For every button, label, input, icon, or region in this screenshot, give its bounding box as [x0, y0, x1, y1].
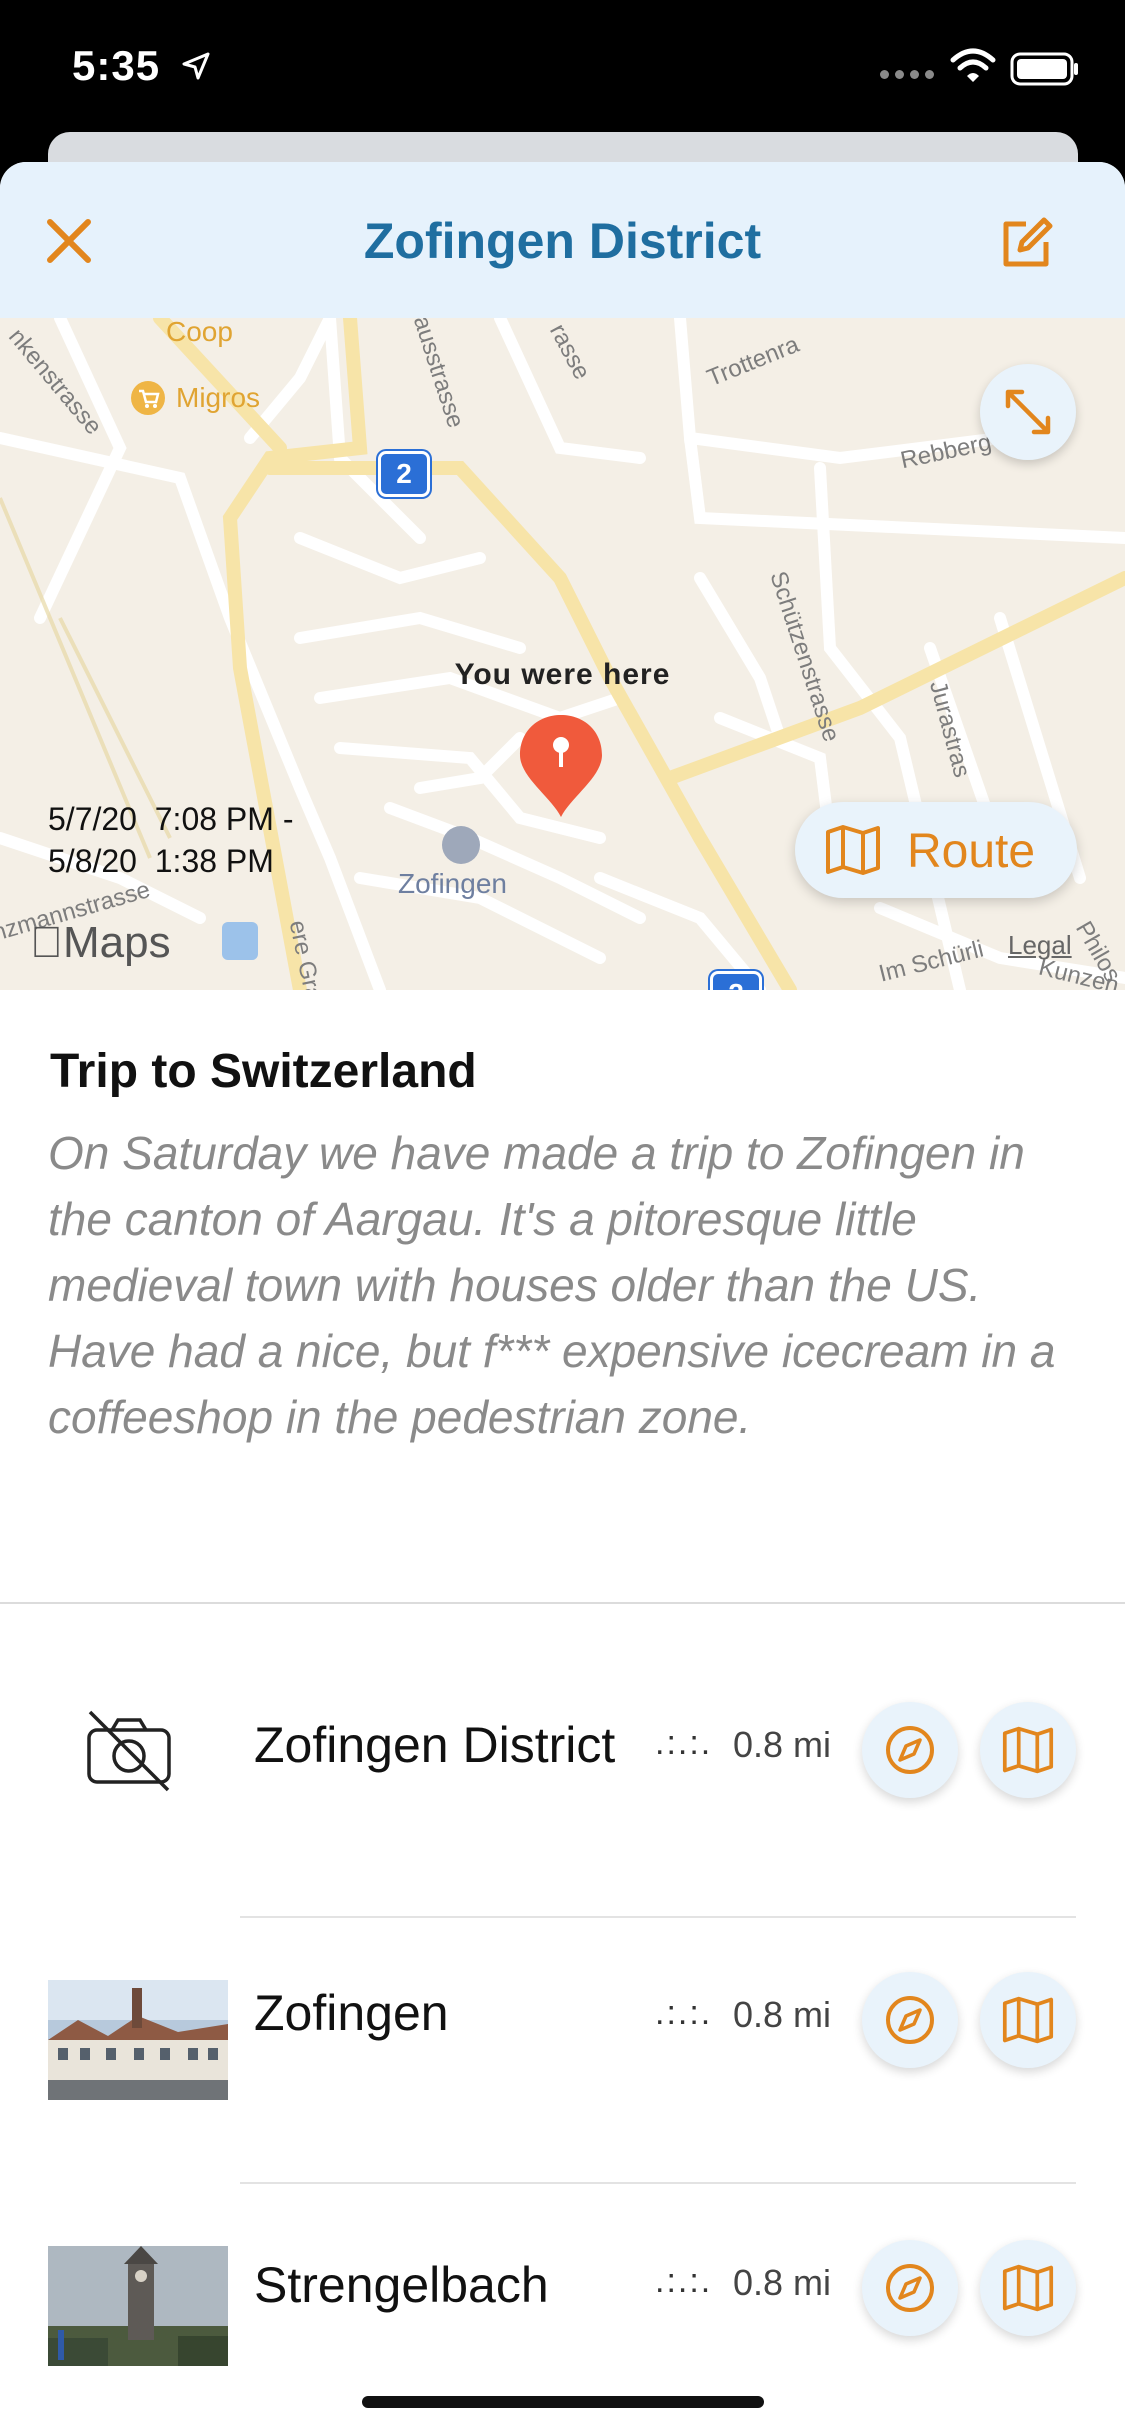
compass-icon [886, 2264, 934, 2312]
page-title: Zofingen District [363, 213, 762, 269]
poi-migros: Migros [176, 382, 261, 413]
place-name: Zofingen [254, 1985, 449, 2041]
landmark-icon [442, 826, 480, 864]
train-icon [222, 922, 258, 960]
maps-brand-label: Maps [30, 918, 171, 967]
navigation-bar: Zofingen District [0, 162, 1125, 318]
no-photo-icon [87, 1710, 171, 1792]
road-number-badge: 2 [378, 451, 430, 497]
road-number-badge: 2 [710, 971, 762, 990]
trip-title: Trip to Switzerland [50, 1045, 477, 1098]
poi-coop: Coop [166, 318, 233, 347]
compass-button[interactable] [862, 2240, 958, 2336]
tower-photo [48, 2246, 228, 2366]
compass-button[interactable] [862, 1972, 958, 2068]
route-button[interactable]: Route [795, 802, 1077, 898]
apple-logo-icon:  [30, 918, 63, 967]
compass-icon [886, 1996, 934, 2044]
trip-description: On Saturday we have made a trip to Zofin… [48, 1127, 1056, 1443]
place-distance: 0.8 mi [733, 1724, 832, 1765]
town-photo [48, 1980, 228, 2100]
section-divider [0, 1602, 1125, 1604]
map-icon [826, 825, 880, 875]
cellular-signal-icon [880, 70, 934, 79]
status-bar: 5:35 [0, 0, 1125, 140]
list-item[interactable]: Zofingen .:.:. 0.8 mi [0, 1918, 1125, 2184]
expand-icon [1005, 389, 1051, 435]
show-on-map-button[interactable] [980, 1702, 1076, 1798]
home-indicator[interactable] [362, 2396, 764, 2408]
accuracy-dots-icon: .:.:. [655, 1724, 713, 1762]
compass-icon [886, 1726, 934, 1774]
location-pin-icon[interactable] [518, 713, 604, 823]
expand-map-button[interactable] [980, 364, 1076, 460]
edit-icon[interactable] [996, 212, 1056, 272]
legal-link[interactable]: Legal [1008, 930, 1072, 961]
place-distance: 0.8 mi [733, 2262, 832, 2303]
battery-icon [1010, 52, 1078, 86]
trip-date-range: 5/7/20 7:08 PM - 5/8/20 1:38 PM [48, 801, 294, 879]
accuracy-dots-icon: .:.:. [655, 1994, 713, 2032]
poi-zofingen: Zofingen [398, 868, 507, 899]
show-on-map-button[interactable] [980, 1972, 1076, 2068]
apple-maps-logo: Maps [30, 918, 171, 968]
map-icon [1002, 2264, 1054, 2312]
shopping-cart-icon [131, 381, 165, 415]
trip-detail-sheet: Zofingen District nkenstrasse ausstrasse… [0, 162, 1125, 2436]
list-item[interactable]: Zofingen District .:.:. 0.8 mi [0, 1640, 1125, 1906]
compass-button[interactable] [862, 1702, 958, 1798]
status-time: 5:35 [72, 42, 161, 89]
wifi-icon [950, 48, 996, 82]
place-name: Zofingen District [254, 1717, 616, 1773]
location-arrow-icon [182, 52, 210, 80]
place-name: Strengelbach [254, 2257, 549, 2313]
accuracy-dots-icon: .:.:. [655, 2262, 713, 2300]
map-view[interactable]: nkenstrasse ausstrasse rasse Trottenra R… [0, 318, 1125, 990]
pin-label: You were here [454, 658, 671, 691]
show-on-map-button[interactable] [980, 2240, 1076, 2336]
map-icon [1002, 1726, 1054, 1774]
route-button-label: Route [907, 825, 1036, 878]
map-icon [1002, 1996, 1054, 2044]
place-distance: 0.8 mi [733, 1994, 832, 2035]
